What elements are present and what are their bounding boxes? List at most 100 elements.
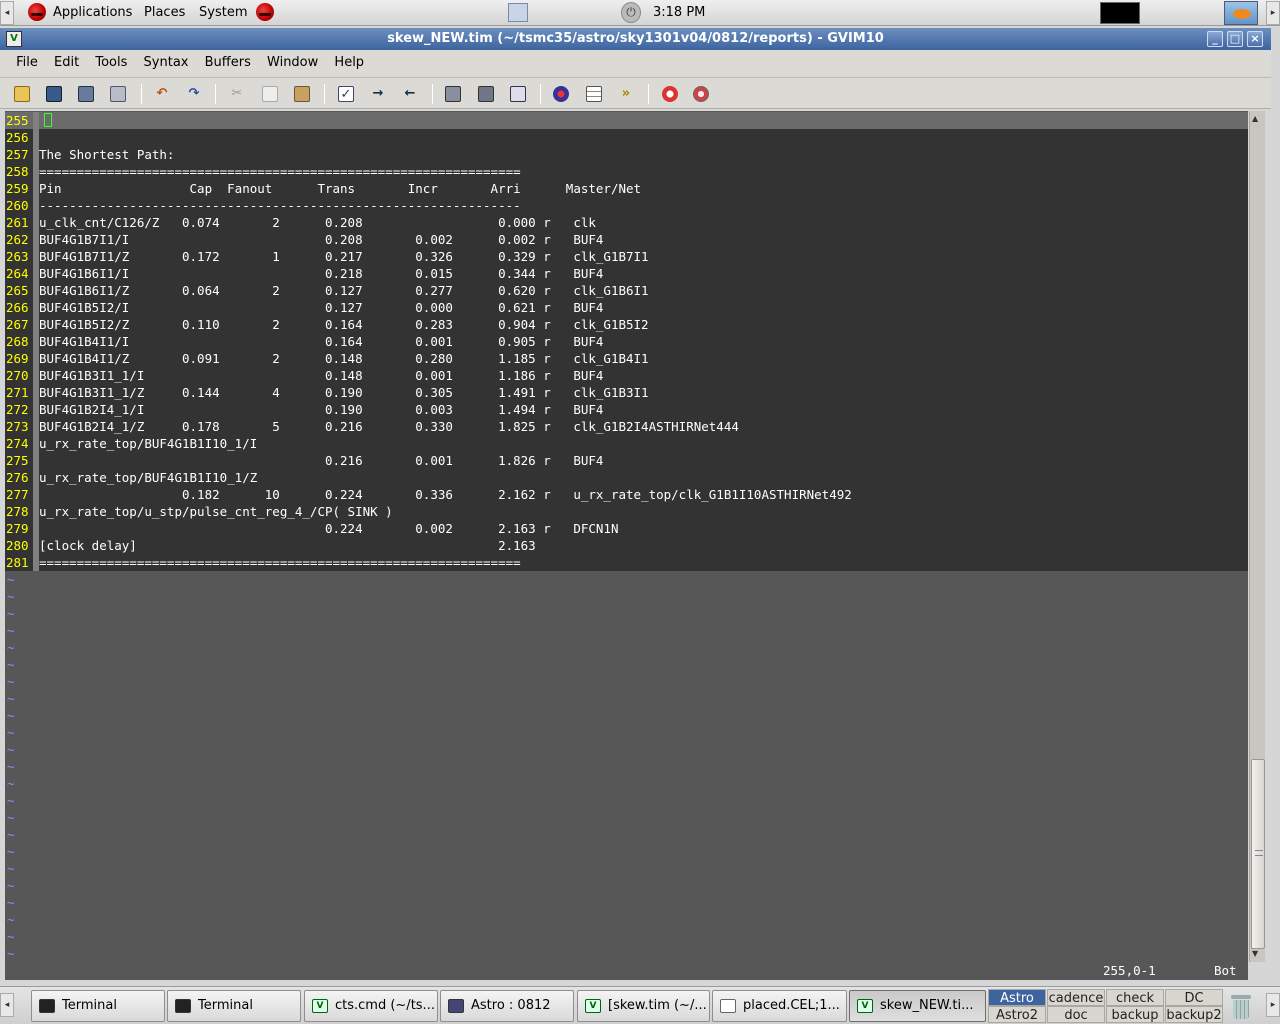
workspace-astro[interactable]: Astro [988,989,1046,1006]
redo-icon[interactable]: ↷ [183,83,205,105]
save-session-icon[interactable] [475,83,497,105]
taskbar-button[interactable]: V [skew.tim (~/... [577,990,710,1022]
taskbar-left-arrow[interactable]: ◂ [0,993,14,1017]
line-number: 272 [6,402,29,417]
find-next-icon[interactable]: → [367,83,389,105]
save-icon[interactable] [43,83,65,105]
trash-icon[interactable] [1230,995,1252,1019]
scroll-up-arrow-icon[interactable]: ▲ [1252,114,1258,123]
taskbar-button[interactable]: Vcts.cmd (~/ts... [304,990,438,1022]
editor-buffer[interactable]: 255 256 257 The Shortest Path: 258 ==========… [5,111,1248,962]
power-icon[interactable]: ⏻ [621,2,641,23]
menu-syntax[interactable]: Syntax [138,50,195,76]
system-menu[interactable]: System [199,0,247,26]
toolbar-separator [215,84,216,104]
panel-left-arrow[interactable]: ◂ [0,1,14,25]
editor-line[interactable]: 266 BUF4G1B5I2/I 0.127 0.000 0.621 r BUF4 [5,299,1248,316]
workspace-dc[interactable]: DC [1165,989,1223,1006]
editor-line[interactable]: 272 BUF4G1B2I4_1/I 0.190 0.003 1.494 r BU… [5,401,1248,418]
open-icon[interactable] [11,83,33,105]
editor-line[interactable]: 257 The Shortest Path: [5,146,1248,163]
editor-line[interactable]: 274 u_rx_rate_top/BUF4G1B1I10_1/I [5,435,1248,452]
taskbar-button[interactable]: placed.CEL;1... [712,990,847,1022]
fish-applet-icon[interactable] [1224,1,1258,25]
editor-line[interactable]: 255 [5,112,1248,129]
taskbar-button[interactable]: Vskew_NEW.ti... [849,990,986,1022]
help-icon[interactable] [659,83,681,105]
taskbar-button[interactable]: Terminal [31,990,165,1022]
workspace-backup[interactable]: backup [1106,1006,1164,1023]
vertical-scrollbar[interactable]: ▲ ▼ [1249,111,1265,962]
load-session-icon[interactable] [442,83,464,105]
scrollbar-thumb[interactable] [1251,759,1265,949]
print-icon[interactable] [107,83,129,105]
menu-edit[interactable]: Edit [48,50,85,76]
line-number: 280 [6,538,29,553]
editor-line[interactable]: 267 BUF4G1B5I2/Z 0.110 2 0.164 0.283 0.90… [5,316,1248,333]
editor-line[interactable]: 259 Pin Cap Fanout Trans Incr Arri Master… [5,180,1248,197]
workspace-check[interactable]: check [1106,989,1164,1006]
paste-icon[interactable] [291,83,313,105]
editor-line[interactable]: 277 0.182 10 0.224 0.336 2.162 r u_rx_ra… [5,486,1248,503]
close-button[interactable]: × [1247,31,1263,47]
editor-line[interactable]: 270 BUF4G1B3I1_1/I 0.148 0.001 1.186 r BU… [5,367,1248,384]
cut-icon[interactable]: ✂ [226,83,248,105]
taskbar-button[interactable]: Terminal [167,990,301,1022]
editor-line[interactable]: 256 [5,129,1248,146]
workspace-preview[interactable] [1100,2,1140,24]
editor-line[interactable]: 280 [clock delay] 2.163 [5,537,1248,554]
editor-line[interactable]: 278 u_rx_rate_top/u_stp/pulse_cnt_reg_4_/… [5,503,1248,520]
menu-buffers[interactable]: Buffers [199,50,257,76]
menu-window[interactable]: Window [261,50,324,76]
minimize-button[interactable]: _ [1207,31,1223,47]
build-tags-icon[interactable] [583,83,605,105]
editor-line[interactable]: 269 BUF4G1B4I1/Z 0.091 2 0.148 0.280 1.18… [5,350,1248,367]
replace-icon[interactable]: ✓ [335,83,357,105]
make-icon[interactable] [550,83,572,105]
editor-line[interactable]: 271 BUF4G1B3I1_1/Z 0.144 4 0.190 0.305 1.… [5,384,1248,401]
menu-file[interactable]: File [10,50,44,76]
editor-line[interactable]: 265 BUF4G1B6I1/Z 0.064 2 0.127 0.277 0.62… [5,282,1248,299]
editor-line[interactable]: 261 u_clk_cnt/C126/Z 0.074 2 0.208 0.000 … [5,214,1248,231]
empty-line-tilde: ~ [7,895,15,910]
menu-tools[interactable]: Tools [89,50,133,76]
window-titlebar[interactable]: V skew_NEW.tim (~/tsmc35/astro/sky1301v0… [0,28,1271,50]
maximize-button[interactable]: □ [1227,31,1243,47]
taskbar-right-arrow[interactable]: ▸ [1266,993,1280,1017]
copy-icon[interactable] [259,83,281,105]
line-text: 0.216 0.001 1.826 r BUF4 [39,453,604,468]
editor-line[interactable]: 279 0.224 0.002 2.163 r DFCN1N [5,520,1248,537]
jump-tag-icon[interactable]: » [615,83,637,105]
workspace-astro2[interactable]: Astro2 [988,1006,1046,1023]
menu-help[interactable]: Help [328,50,370,76]
clock[interactable]: 3:18 PM [653,0,705,26]
save-all-icon[interactable] [75,83,97,105]
editor-line[interactable]: 264 BUF4G1B6I1/I 0.218 0.015 0.344 r BUF4 [5,265,1248,282]
run-script-icon[interactable] [507,83,529,105]
taskbar-button[interactable]: Astro : 0812 [440,990,574,1022]
redhat-launcher-icon[interactable] [256,3,274,21]
workspace-backup2[interactable]: backup2 [1165,1006,1223,1023]
find-help-icon[interactable] [690,83,712,105]
editor-line[interactable]: 260 -------------------------------------… [5,197,1248,214]
editor-line[interactable]: 262 BUF4G1B7I1/I 0.208 0.002 0.002 r BUF4 [5,231,1248,248]
window-list-icon[interactable] [508,3,528,22]
workspace-doc[interactable]: doc [1047,1006,1105,1023]
line-number: 263 [6,249,29,264]
editor-line[interactable]: 275 0.216 0.001 1.826 r BUF4 [5,452,1248,469]
scroll-down-arrow-icon[interactable]: ▼ [1252,949,1258,958]
panel-right-arrow[interactable]: ▸ [1266,1,1280,25]
places-menu[interactable]: Places [144,0,185,26]
find-prev-icon[interactable]: ← [399,83,421,105]
editor-line[interactable]: 258 =====================================… [5,163,1248,180]
editor-line[interactable]: 268 BUF4G1B4I1/I 0.164 0.001 0.905 r BUF4 [5,333,1248,350]
editor-line[interactable]: 281 =====================================… [5,554,1248,571]
editor-line[interactable]: 276 u_rx_rate_top/BUF4G1B1I10_1/Z [5,469,1248,486]
undo-icon[interactable]: ↶ [151,83,173,105]
workspace-cadence[interactable]: cadence [1047,989,1105,1006]
line-text: Pin Cap Fanout Trans Incr Arri Master/Ne… [39,181,642,196]
applications-menu[interactable]: Applications [53,0,132,26]
taskbar-button-label: Terminal [62,998,117,1013]
editor-line[interactable]: 273 BUF4G1B2I4_1/Z 0.178 5 0.216 0.330 1.… [5,418,1248,435]
editor-line[interactable]: 263 BUF4G1B7I1/Z 0.172 1 0.217 0.326 0.32… [5,248,1248,265]
